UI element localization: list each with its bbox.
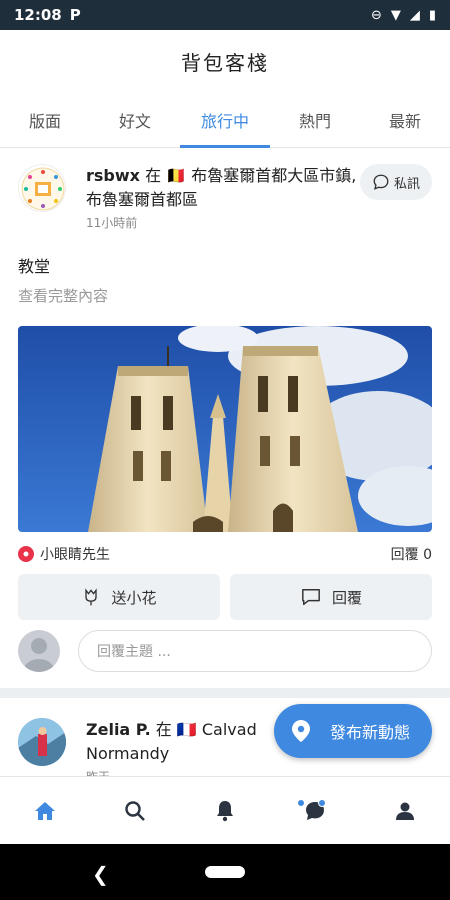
feed-post: rsbwx 在 🇧🇪 布魯塞爾首都大區市鎮, 布魯塞爾首都區 11小時前 私訊 … — [0, 148, 450, 688]
tab-good-posts[interactable]: 好文 — [90, 92, 180, 147]
post-divider — [0, 688, 450, 698]
post-actions: 送小花 回覆 — [18, 574, 432, 620]
avatar[interactable] — [18, 164, 66, 212]
flower-giver-name[interactable]: 小眼睛先生 — [40, 544, 110, 564]
wifi-icon: ▼ — [390, 7, 401, 23]
home-icon — [35, 801, 55, 820]
reply-input[interactable]: 回覆主題 ... — [78, 630, 432, 672]
tab-boards[interactable]: 版面 — [0, 92, 90, 147]
reply-button[interactable]: 回覆 — [230, 574, 432, 620]
app-indicator-icon: P — [69, 6, 81, 24]
tab-bar: 版面 好文 旅行中 熱門 最新 — [0, 92, 450, 148]
post-location[interactable]: Calvad — [202, 720, 257, 739]
status-time: 12:08 — [14, 6, 62, 24]
post-time: 11小時前 — [86, 216, 138, 230]
author-name[interactable]: Zelia P. — [86, 720, 151, 739]
new-post-label: 發布新動態 — [329, 723, 410, 742]
reply-label: 回覆 — [331, 588, 362, 607]
tab-traveling[interactable]: 旅行中 — [180, 92, 270, 148]
comment-row: 回覆主題 ... — [18, 630, 432, 688]
nav-notifications[interactable] — [180, 777, 305, 844]
author-name[interactable]: rsbwx — [86, 166, 140, 185]
post-photo[interactable] — [18, 326, 432, 532]
author-line: rsbwx 在 🇧🇪 布魯塞爾首都大區市鎮, 布魯塞爾首都區 — [86, 164, 360, 212]
country-flag-icon: 🇫🇷 — [176, 720, 197, 739]
bell-icon — [217, 800, 233, 821]
read-more-link[interactable]: 查看完整內容 — [18, 285, 432, 306]
reply-count: 回覆 0 — [390, 547, 432, 563]
new-post-button[interactable]: 發布新動態 — [273, 704, 432, 758]
back-icon[interactable]: ❮ — [92, 862, 109, 886]
page-title: 背包客棧 — [181, 50, 269, 75]
post-meta-row: 小眼睛先生 回覆 0 — [18, 544, 432, 564]
send-flower-label: 送小花 — [111, 588, 157, 607]
user-avatar — [18, 630, 60, 672]
profile-icon — [396, 802, 414, 820]
nav-profile[interactable] — [360, 777, 450, 844]
system-nav-bar: ❮ — [0, 844, 450, 900]
signal-icon: ◢ — [409, 7, 420, 23]
private-message-label: 私訊 — [393, 176, 420, 192]
message-dot — [318, 799, 326, 807]
home-pill[interactable] — [205, 866, 245, 878]
avatar[interactable] — [18, 718, 66, 766]
nav-messages[interactable] — [270, 777, 360, 844]
nav-search[interactable] — [90, 777, 180, 844]
do-not-disturb-icon: ⊖ — [370, 7, 382, 23]
at-label: 在 — [155, 720, 172, 739]
post-time: 昨天 — [86, 768, 432, 776]
bottom-nav — [0, 776, 450, 844]
flower-outline-icon — [85, 588, 98, 606]
country-flag-icon: 🇧🇪 — [166, 166, 187, 185]
comment-icon — [302, 589, 320, 605]
post-header: rsbwx 在 🇧🇪 布魯塞爾首都大區市鎮, 布魯塞爾首都區 11小時前 私訊 — [18, 164, 432, 231]
feed[interactable]: rsbwx 在 🇧🇪 布魯塞爾首都大區市鎮, 布魯塞爾首都區 11小時前 私訊 … — [0, 148, 450, 776]
battery-icon: ▮ — [428, 7, 436, 23]
tab-hot[interactable]: 熱門 — [270, 92, 360, 147]
at-label: 在 — [145, 166, 162, 185]
flower-icon — [18, 546, 34, 562]
chat-bubble-icon — [373, 174, 389, 190]
status-icons: ⊖ ▼ ◢ ▮ — [371, 8, 436, 23]
tab-latest[interactable]: 最新 — [360, 92, 450, 147]
nav-home[interactable] — [0, 777, 90, 844]
send-flower-button[interactable]: 送小花 — [18, 574, 220, 620]
status-bar: 12:08 P ⊖ ▼ ◢ ▮ — [0, 0, 450, 30]
location-pin-icon — [291, 720, 310, 742]
search-icon — [125, 800, 145, 821]
post-title[interactable]: 教堂 — [18, 253, 432, 277]
private-message-button[interactable]: 私訊 — [359, 164, 432, 200]
